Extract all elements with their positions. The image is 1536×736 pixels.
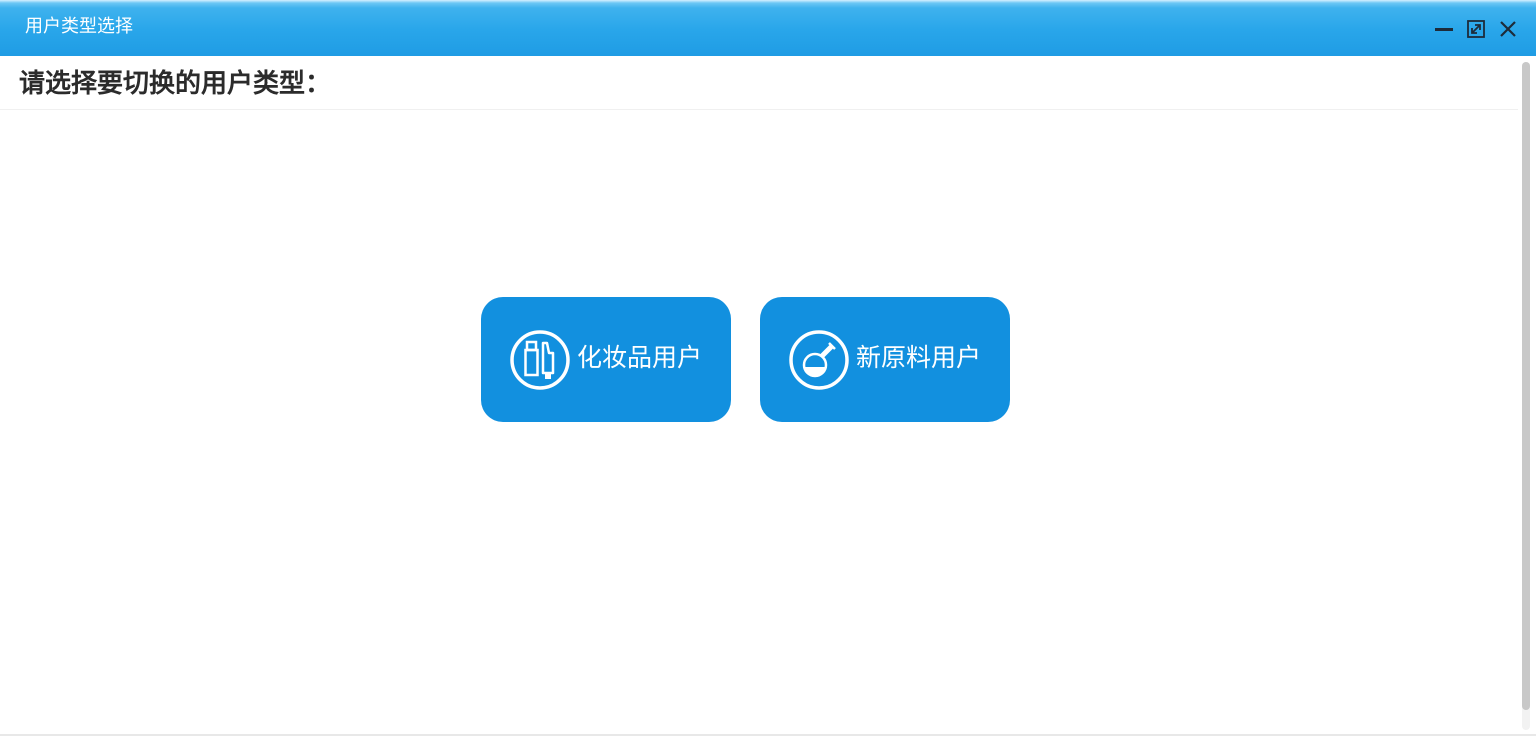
prompt-row: 请选择要切换的用户类型： (0, 56, 1518, 110)
window-controls (1434, 18, 1518, 40)
cosmetics-icon (510, 330, 570, 390)
close-button[interactable] (1498, 19, 1518, 39)
title-bar[interactable]: 用户类型选择 (0, 0, 1536, 56)
new-material-user-label: 新原料用户 (856, 343, 982, 372)
close-icon (1500, 21, 1516, 37)
page-title: 请选择要切换的用户类型： (19, 69, 332, 99)
user-type-dialog: 用户类型选择 请选择要切换的用户类型： 化妆品用户 新原料用户 (0, 0, 1536, 736)
minimize-icon (1435, 28, 1453, 31)
cosmetics-user-label: 化妆品用户 (577, 343, 703, 372)
flask-icon (789, 330, 849, 390)
cosmetics-user-button[interactable]: 化妆品用户 (481, 297, 731, 422)
minimize-button[interactable] (1434, 19, 1454, 39)
new-material-user-button[interactable]: 新原料用户 (760, 297, 1010, 422)
maximize-button[interactable] (1466, 19, 1486, 39)
scrollbar-thumb[interactable] (1522, 62, 1530, 710)
maximize-icon (1467, 20, 1485, 38)
window-title: 用户类型选择 (25, 16, 133, 37)
vertical-scrollbar[interactable] (1522, 62, 1530, 730)
